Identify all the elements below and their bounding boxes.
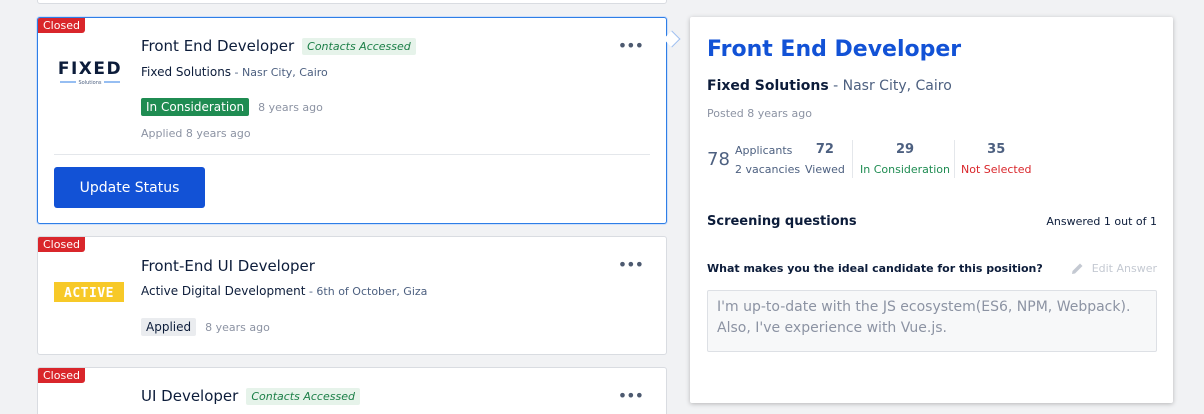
company-location: - 6th of October, Giza — [305, 285, 428, 298]
job-card-front-end-ui-developer[interactable]: Closed ACTIVE Front-End UI Developer Act… — [37, 236, 667, 355]
viewed-count: 72 — [815, 142, 834, 157]
detail-job-title: Front End Developer — [707, 37, 962, 62]
vacancies-label: 2 vacancies — [735, 163, 801, 176]
not-selected-stat[interactable]: 35 Not Selected — [961, 142, 1031, 176]
detail-posted-time: Posted 8 years ago — [707, 107, 812, 120]
viewed-label: Viewed — [805, 163, 845, 176]
screening-questions-title: Screening questions — [707, 214, 857, 229]
more-options-icon[interactable]: ••• — [618, 255, 644, 274]
status-badge: Applied — [141, 318, 197, 336]
job-title[interactable]: Front End Developer — [141, 37, 294, 55]
detail-company-location: - Nasr City, Cairo — [828, 78, 952, 94]
in-consideration-count: 29 — [895, 142, 915, 157]
not-selected-count: 35 — [987, 142, 1006, 157]
not-selected-label: Not Selected — [961, 163, 1032, 176]
svg-text:FIXED: FIXED — [58, 59, 122, 79]
status-time: 8 years ago — [205, 320, 270, 334]
applied-time: Applied 8 years ago — [141, 127, 251, 140]
company-location: - Nasr City, Cairo — [231, 66, 328, 79]
company-name: Fixed Solutions — [141, 65, 232, 79]
answered-count: Answered 1 out of 1 — [1046, 215, 1157, 228]
closed-badge: Closed — [38, 18, 85, 33]
applicants-stat: Applicants 2 vacancies — [735, 144, 800, 176]
detail-company-line: Fixed Solutions - Nasr City, Cairo — [707, 78, 952, 94]
job-title[interactable]: UI Developer — [141, 387, 238, 405]
screening-question: What makes you the ideal candidate for t… — [707, 262, 1043, 275]
closed-badge: Closed — [38, 368, 85, 383]
contacts-accessed-badge: Contacts Accessed — [246, 387, 360, 405]
pencil-icon — [1071, 263, 1083, 274]
previous-job-card[interactable] — [37, 0, 667, 4]
card-divider — [54, 154, 650, 155]
detail-company-name: Fixed Solutions — [707, 78, 829, 94]
stat-separator — [954, 140, 955, 178]
job-card-ui-developer[interactable]: Closed UI Developer Contacts Accessed ••… — [37, 367, 667, 414]
stat-separator — [852, 140, 853, 178]
edit-answer-label: Edit Answer — [1091, 262, 1157, 275]
applicants-label: Applicants — [735, 144, 793, 157]
closed-badge: Closed — [38, 237, 85, 252]
svg-text:ACTIVE: ACTIVE — [64, 286, 114, 301]
answer-textarea[interactable]: I'm up-to-date with the JS ecosystem(ES6… — [707, 290, 1157, 352]
company-name: Active Digital Development — [141, 284, 306, 298]
job-detail-panel: Front End Developer Fixed Solutions - Na… — [690, 17, 1173, 403]
job-title[interactable]: Front-End UI Developer — [141, 257, 315, 275]
active-logo: ACTIVE — [54, 282, 126, 306]
in-consideration-stat[interactable]: 29 In Consideration — [860, 142, 950, 176]
in-consideration-label: In Consideration — [860, 163, 950, 176]
update-status-button[interactable]: Update Status — [54, 167, 205, 208]
viewed-stat: 72 Viewed — [805, 142, 845, 176]
status-badge: In Consideration — [141, 98, 250, 116]
more-options-icon[interactable]: ••• — [618, 36, 644, 55]
svg-text:Solutions: Solutions — [79, 80, 102, 86]
status-time: 8 years ago — [258, 100, 323, 114]
company-line: Fixed Solutions - Nasr City, Cairo — [141, 65, 328, 79]
job-card-front-end-developer[interactable]: Closed FIXED Solutions Front End Develop… — [37, 17, 667, 224]
contacts-accessed-badge: Contacts Accessed — [302, 37, 416, 55]
fixed-solutions-logo: FIXED Solutions — [54, 58, 126, 92]
edit-answer-button[interactable]: Edit Answer — [1071, 262, 1157, 275]
company-line: Active Digital Development - 6th of Octo… — [141, 284, 427, 298]
more-options-icon[interactable]: ••• — [618, 386, 644, 405]
applicants-count: 78 — [707, 149, 730, 170]
